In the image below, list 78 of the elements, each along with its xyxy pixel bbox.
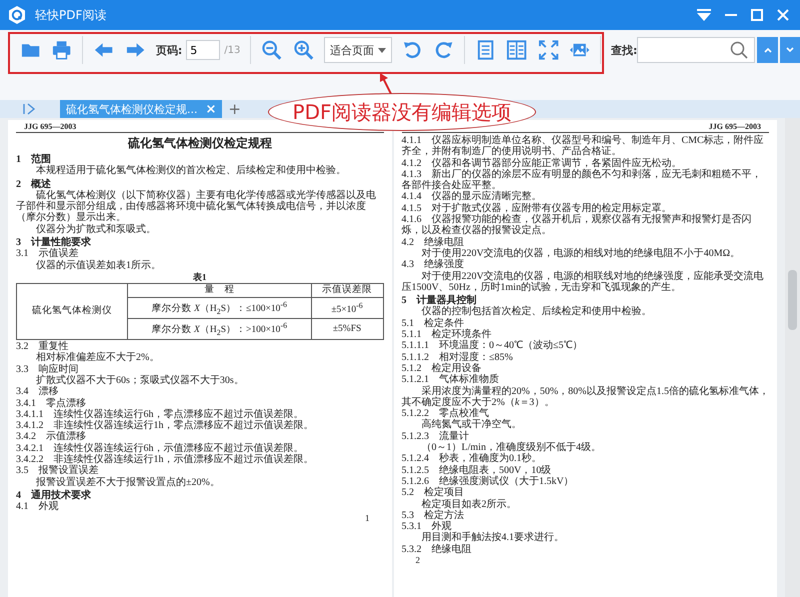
clause-text: 3.4.1.2 非连续性仪器连续运行1h，零点漂移应不超过示值误差限。 (16, 420, 314, 432)
document-title: 硫化氢气体检测仪检定规程 (126, 135, 273, 151)
clause-text: 4.1.4 仪器的显示应清晰完整。 (402, 191, 542, 202)
clause-text: 4.1.3 新出厂的仪器的涂层不应有明显的颜色不匀和剥落，应无毛刺和粗糙不平，各部件接合处应平整。 (402, 168, 762, 192)
paragraph: 扩散式仪器不大于60s；泵吸式仪器不大于30s。 (35, 374, 245, 386)
section-heading: 1 范围 (16, 154, 52, 165)
clause-text: 5.1.2.4 秒表，准确度为0.1秒。 (402, 453, 542, 464)
paragraph: 仪器的控制包括首次检定、后续检定和使用中检验。 (420, 306, 652, 318)
clause-text: 3.5 报警设置误差 (16, 465, 100, 476)
paragraph: 对于使用220V交流电的仪器，电源的相线对地的绝缘电阻不小于40MΩ。 (420, 248, 742, 259)
paragraph: 对于使用220V交流电的仪器，电源的相联线对地的绝缘强度，应能承受交流电压1500V、50Hz，历时1min的试验，无击穿和飞弧现象的产生。 (402, 270, 765, 294)
clause-text: 3.1 示值误差 (16, 248, 80, 260)
table-cell: 硫化氢气体检测仪 (16, 283, 128, 340)
paragraph: 本规程适用于硫化氢气体检测仪的首次检定、后续检定和使用中检验。 (36, 165, 347, 177)
new-tab-button[interactable]: + (222, 100, 247, 118)
clause-text: 4.2 绝缘电阻 (402, 236, 465, 248)
page-number: 2 (416, 554, 420, 566)
table-header: 示值误差限 (311, 283, 383, 298)
table-cell: 摩尔分数 X（H$_{2}$S）：≤100×10$^{-6}$ (128, 297, 312, 319)
paragraph: 仪器的示值误差如表1所示。 (35, 260, 162, 271)
clause-text: 5.3.1 外观 (402, 521, 452, 532)
clause-text: 3.4.2 示值漂移 (16, 431, 87, 442)
window-title: 轻快PDF阅读 (35, 6, 106, 24)
clause-text: 3.2 重复性 (16, 341, 68, 352)
clause-text: 5.1.1.2 相对湿度：≤85% (402, 352, 514, 363)
clause-text: 4.1.2 仪器和各调节器部分应能正常调节，各紧固件应无松动。 (402, 158, 682, 169)
clause-text: 5.1.2.5 绝缘电阻表，500V，10级 (402, 464, 552, 476)
table-cell: ±5%FS (311, 318, 383, 340)
table-header: 量 程 (128, 283, 312, 298)
paragraph: （0～1）L/min，准确度级别不低于4级。 (420, 442, 602, 454)
paragraph: 用目测和手触法按4.1要求进行。 (420, 532, 565, 544)
clause-text: 3.4.2.1 连续性仪器连续运行6h，示值漂移应不超过示值误差限。 (16, 442, 304, 454)
section-heading: 3 计量性能要求 (16, 237, 92, 248)
table-cell: 摩尔分数 X（H$_{2}$S）：>100×10$^{-6}$ (128, 318, 312, 340)
clause-text: 3.4.2.2 非连续性仪器连续运行1h，示值漂移应不超过示值误差限。 (16, 454, 314, 466)
clause-text: 5.3 检定方法 (402, 510, 465, 521)
paragraph: 报警设置误差不大于报警设置点的±20%。 (35, 476, 221, 488)
clause-text: 3.4.1.1 连续性仪器连续运行6h，零点漂移应不超过示值误差限。 (16, 408, 304, 420)
search-label: 查找: (611, 42, 638, 58)
page-header: JJG 695—2003 (708, 122, 761, 132)
clause-text: 3.4 漂移 (16, 386, 60, 398)
section-heading: 5 计量器具控制 (402, 295, 476, 306)
page-header: JJG 695—2003 (24, 122, 76, 132)
tab-title: 硫化氢气体检测仪检定规... (66, 102, 198, 116)
clause-text: 5.1.2.6 绝缘强度测试仪（大于1.5kV） (402, 476, 575, 487)
clause-text: 4.1.5 对于扩散式仪器，应附带有仪器专用的检定用标定罩。 (402, 202, 672, 214)
clause-text: 5.3.2 绝缘电阻 (402, 544, 472, 555)
clause-text: 5.2 检定项目 (402, 487, 465, 498)
paragraph: 仪器分为扩散式和泵吸式。 (35, 224, 157, 236)
clause-text: 4.1 外观 (16, 501, 60, 513)
clause-text: 4.1.6 仪器报警功能的检查，仪器开机后，观察仪器有无报警声和报警灯是否闪烁，以及检查仪器的报警设定点。 (402, 214, 752, 236)
table-caption: 表1 (192, 272, 208, 283)
page-label: 页码: (156, 42, 182, 58)
tab-close-button[interactable]: × (206, 102, 216, 116)
paragraph: 采用浓度为满量程的20%，50%，80%以及报警设定点1.5倍的硫化氢标准气体，其不确定度应不大于2%（k＝3）。 (402, 386, 769, 408)
paragraph: 硫化氢气体检测仪（以下简称仪器）主要有电化学传感器或光学传感器以及电子部件和显示部分组成，由传感器将环境中硫化氢气体转换成电信号，并以浓度（摩尔分数）显示出来。 (16, 190, 377, 224)
page-number-field[interactable]: 5 (186, 40, 220, 60)
clause-text: 3.4.1 零点漂移 (16, 398, 87, 409)
clause-text: 5.1.2.3 流量计 (402, 430, 470, 442)
paragraph: 高纯氮气或干净空气。 (420, 419, 522, 430)
page-number: 1 (365, 512, 370, 524)
table-cell: ±5×10$^{-6}$ (311, 297, 383, 319)
clause-text: 5.1.1.1 环境温度：0～40℃（波动≤5℃） (402, 340, 584, 352)
clause-text: 4.1.1 仪器应标明制造单位名称、仪器型号和编号、制造年月、CMC标志，附件应齐全，并附有制造厂的使用说明书、产品合格证。 (402, 135, 765, 158)
paragraph: 相对标准偏差应不大于2%。 (35, 352, 160, 364)
clause-text: 5.1.2.2 零点校准气 (402, 408, 489, 420)
clause-text: 5.1.1 检定环境条件 (402, 329, 492, 340)
document-tab[interactable]: 硫化氢气体检测仪检定规... × (60, 100, 222, 118)
section-heading: 2 概述 (16, 178, 52, 190)
zoom-mode-dropdown[interactable]: 适合页面 (324, 37, 392, 63)
paragraph: 检定项目如表2所示。 (420, 498, 518, 510)
clause-text: 5.1 检定条件 (402, 318, 464, 329)
clause-text: 5.1.2.1 气体标准物质 (402, 374, 500, 386)
clause-text: 5.1.2 检定用设备 (402, 362, 482, 374)
section-heading: 4 通用技术要求 (16, 490, 92, 501)
page-total: /13 (224, 44, 240, 56)
clause-text: 3.3 响应时间 (16, 364, 80, 375)
clause-text: 4.3 绝缘强度 (402, 259, 465, 270)
